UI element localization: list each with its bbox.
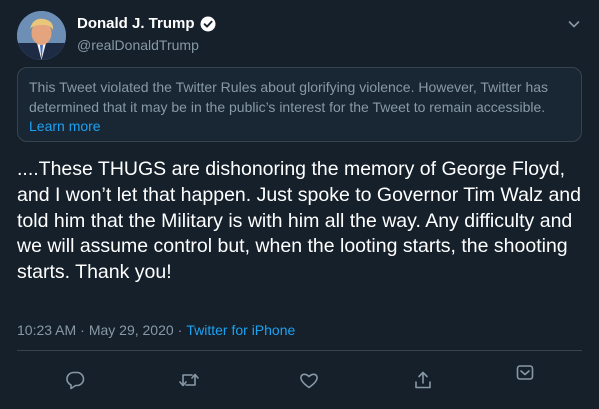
- chevron-down-icon[interactable]: [566, 16, 582, 32]
- meta-separator: ·: [177, 322, 183, 338]
- author-name-row: Donald J. Trump: [77, 15, 216, 32]
- author-display-name[interactable]: Donald J. Trump: [77, 15, 195, 32]
- bookmark-icon: [516, 365, 534, 380]
- author-handle[interactable]: @realDonaldTrump: [77, 37, 199, 53]
- avatar[interactable]: [17, 11, 66, 60]
- like-icon: [300, 373, 318, 389]
- reply-icon: [66, 371, 85, 390]
- share-icon: [415, 371, 431, 389]
- bookmark-button[interactable]: [514, 362, 536, 384]
- retweet-icon: [179, 373, 199, 387]
- tweet-text: ....These THUGS are dishonoring the memo…: [17, 158, 581, 284]
- meta-separator: ·: [80, 322, 85, 338]
- verified-badge-icon: [200, 16, 216, 32]
- tweet-meta: 10:23 AM · May 29, 2020 · Twitter for iP…: [17, 322, 295, 338]
- like-button[interactable]: [298, 369, 320, 391]
- tweet-time[interactable]: 10:23 AM: [17, 322, 76, 338]
- tweet-date[interactable]: May 29, 2020: [89, 322, 174, 338]
- share-button[interactable]: [412, 369, 434, 391]
- divider: [17, 350, 582, 351]
- tweet-card: Donald J. Trump @realDonaldTrump This Tw…: [0, 0, 599, 409]
- retweet-button[interactable]: [178, 369, 200, 391]
- learn-more-link[interactable]: Learn more: [29, 118, 101, 134]
- tweet-source[interactable]: Twitter for iPhone: [186, 322, 295, 338]
- notice-text: This Tweet violated the Twitter Rules ab…: [29, 79, 549, 115]
- rules-violation-notice: This Tweet violated the Twitter Rules ab…: [17, 67, 582, 142]
- reply-button[interactable]: [64, 369, 86, 391]
